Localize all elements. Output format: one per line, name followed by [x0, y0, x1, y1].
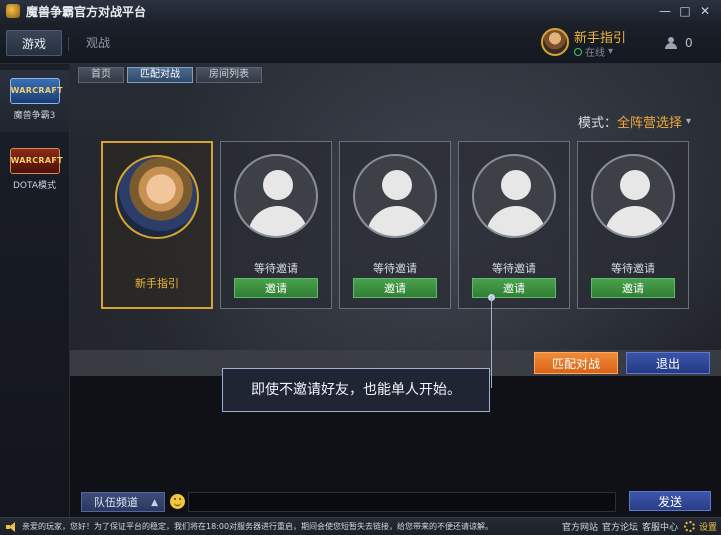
empty-slot: 等待邀请 邀请	[339, 141, 451, 309]
close-icon[interactable]: ✕	[695, 2, 715, 20]
sub-tabs: 首页 匹配对战 房间列表	[78, 67, 262, 83]
chat-channel-select[interactable]: 队伍频道 ▲	[81, 492, 165, 512]
tab-spectate[interactable]: 观战	[78, 30, 118, 56]
chevron-up-icon: ▲	[151, 498, 158, 508]
slot-status: 等待邀请	[254, 262, 298, 275]
exit-button[interactable]: 退出	[626, 352, 710, 374]
speaker-icon	[6, 521, 16, 532]
top-nav: 游戏 观战 新手指引 在线 ▾ 0	[0, 22, 721, 64]
system-notice: 亲爱的玩家，您好！为了保证平台的稳定，我们将在18:00对服务器进行重启，期间会…	[22, 522, 494, 531]
slot-status: 等待邀请	[492, 262, 536, 275]
mode-label: 模式：	[577, 116, 617, 131]
sidebar: WARCRAFT 魔兽争霸3 WARCRAFT DOTA模式	[0, 64, 70, 517]
slot-status: 等待邀请	[611, 262, 655, 275]
gear-icon[interactable]	[683, 521, 695, 532]
friends-icon	[665, 37, 679, 49]
chevron-down-icon: ▾	[608, 46, 614, 57]
sidebar-item-label: DOTA模式	[13, 181, 56, 191]
placeholder-avatar-icon	[234, 154, 318, 238]
mode-dropdown[interactable]: 全阵营选择	[617, 112, 682, 131]
invite-button[interactable]: 邀请	[353, 278, 437, 298]
chat-channel-label: 队伍频道	[94, 496, 138, 509]
sidebar-item-label: 魔兽争霸3	[13, 111, 56, 121]
chevron-down-icon[interactable]: ▾	[686, 116, 691, 127]
player-portrait	[115, 155, 199, 239]
online-status-icon	[574, 47, 582, 56]
emoji-icon[interactable]	[170, 494, 185, 509]
minimize-icon[interactable]: —	[655, 2, 675, 20]
tooltip-pointer	[491, 296, 492, 388]
invite-button[interactable]: 邀请	[472, 278, 556, 298]
tab-home[interactable]: 首页	[78, 67, 124, 83]
footer-links: 官方网站 官方论坛 客服中心 设置	[562, 520, 717, 533]
player-slot: 新手指引	[101, 141, 213, 309]
mode-selector: 模式： 全阵营选择 ▾	[578, 112, 691, 131]
team-slots: 新手指引 等待邀请 邀请 等待邀请 邀请 等待邀请 邀请 等待邀请 邀请	[101, 141, 691, 309]
chat-input[interactable]	[188, 492, 616, 512]
sidebar-item-dota[interactable]: WARCRAFT DOTA模式	[0, 140, 69, 202]
tab-matchmaking[interactable]: 匹配对战	[127, 67, 193, 83]
guide-tooltip: 即使不邀请好友，也能单人开始。	[222, 368, 490, 412]
app-logo-icon	[6, 4, 20, 18]
official-forum-link[interactable]: 官方论坛	[602, 520, 638, 533]
friends-count: 0	[685, 36, 693, 50]
maximize-icon[interactable]: □	[675, 2, 695, 20]
friends-button[interactable]: 0	[665, 36, 693, 50]
tab-games[interactable]: 游戏	[6, 30, 62, 56]
invite-button[interactable]: 邀请	[591, 278, 675, 298]
empty-slot: 等待邀请 邀请	[577, 141, 689, 309]
avatar[interactable]	[541, 28, 569, 56]
window-title: 魔兽争霸官方对战平台	[26, 4, 147, 19]
placeholder-avatar-icon	[353, 154, 437, 238]
empty-slot: 等待邀请 邀请	[220, 141, 332, 309]
empty-slot: 等待邀请 邀请	[458, 141, 570, 309]
user-status[interactable]: 在线 ▾	[574, 44, 613, 59]
window-controls: — □ ✕	[655, 2, 715, 20]
sidebar-item-warcraft3[interactable]: WARCRAFT 魔兽争霸3	[0, 70, 69, 132]
placeholder-avatar-icon	[472, 154, 556, 238]
nav-divider	[68, 37, 69, 51]
placeholder-avatar-icon	[591, 154, 675, 238]
official-site-link[interactable]: 官方网站	[562, 520, 598, 533]
title-bar: 魔兽争霸官方对战平台 — □ ✕	[0, 0, 721, 22]
send-button[interactable]: 发送	[629, 491, 711, 511]
warcraft-logo-icon: WARCRAFT	[9, 78, 63, 104]
status-label: 在线	[585, 48, 605, 59]
invite-button[interactable]: 邀请	[234, 278, 318, 298]
status-bar: 亲爱的玩家，您好！为了保证平台的稳定，我们将在18:00对服务器进行重启，期间会…	[0, 517, 721, 535]
player-name: 新手指引	[135, 277, 179, 290]
dota-logo-icon: WARCRAFT	[9, 148, 63, 174]
start-match-button[interactable]: 匹配对战	[534, 352, 618, 374]
settings-link[interactable]: 设置	[699, 520, 717, 533]
match-lobby: 首页 匹配对战 房间列表 模式： 全阵营选择 ▾ 新手指引 等待邀请 邀请 等待…	[70, 64, 721, 517]
tab-room-list[interactable]: 房间列表	[196, 67, 262, 83]
support-center-link[interactable]: 客服中心	[642, 520, 678, 533]
slot-status: 等待邀请	[373, 262, 417, 275]
